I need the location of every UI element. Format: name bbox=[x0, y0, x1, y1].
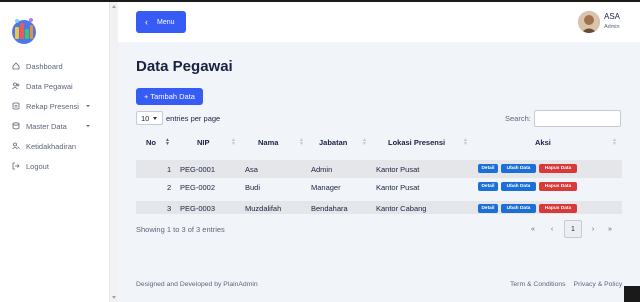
detail-button[interactable]: Detail bbox=[478, 182, 498, 191]
column-header-aksi[interactable]: Aksi bbox=[535, 138, 551, 147]
cell-nip: PEG-0003 bbox=[180, 204, 216, 213]
privacy-link[interactable]: Privacy & Policy bbox=[574, 281, 623, 288]
column-header-no[interactable]: No bbox=[146, 138, 156, 147]
sidebar-item-label: Logout bbox=[26, 161, 49, 171]
cell-jabatan: Manager bbox=[311, 183, 341, 192]
cell-no: 3 bbox=[167, 204, 172, 213]
sidebar-item-label: Master Data bbox=[26, 121, 67, 131]
top-header: ‹ Menu ASA Admin bbox=[118, 2, 640, 42]
chevron-left-icon: ‹ bbox=[145, 17, 148, 27]
file-icon bbox=[12, 102, 20, 110]
sort-icon[interactable]: ▲ ▼ bbox=[299, 138, 304, 147]
cell-nama: Asa bbox=[245, 165, 258, 174]
cell-nama: Budi bbox=[245, 183, 261, 192]
table-row: 2 PEG-0002 Budi Manager Kantor Pusat Det… bbox=[136, 178, 622, 196]
delete-button[interactable]: Hapus Data bbox=[539, 164, 577, 173]
cell-lokasi: Kantor Pusat bbox=[376, 183, 420, 192]
footer-links: Term & Conditions Privacy & Policy bbox=[510, 281, 622, 288]
chevron-down-icon bbox=[86, 125, 90, 127]
sidebar: Dashboard Data Pegawai Rekap Presensi Ma… bbox=[0, 2, 109, 302]
sort-icon[interactable]: ▲ ▼ bbox=[362, 138, 367, 147]
sidebar-item-dashboard[interactable]: Dashboard bbox=[0, 56, 109, 76]
user-name[interactable]: ASA bbox=[604, 12, 620, 21]
sidebar-item-label: Rekap Presensi bbox=[26, 101, 79, 111]
users-icon bbox=[12, 82, 20, 90]
sidebar-item-rekap-presensi[interactable]: Rekap Presensi bbox=[0, 96, 109, 116]
cell-jabatan: Admin bbox=[311, 165, 333, 174]
search-input[interactable] bbox=[533, 110, 621, 127]
pagination-prev-button[interactable]: ‹ bbox=[546, 220, 558, 238]
pagination-first-button[interactable]: « bbox=[527, 220, 539, 238]
home-icon bbox=[12, 62, 20, 70]
corner-overlay bbox=[624, 286, 640, 302]
cell-no: 1 bbox=[167, 165, 172, 174]
entries-per-page-select[interactable]: 10 bbox=[136, 111, 163, 125]
sidebar-item-ketidakhadiran[interactable]: Ketidakhadiran bbox=[0, 136, 109, 156]
page-title: Data Pegawai bbox=[136, 58, 233, 75]
edit-button[interactable]: Ubah Data bbox=[501, 164, 536, 173]
cell-no: 2 bbox=[167, 183, 172, 192]
scroll-up-icon[interactable] bbox=[112, 5, 116, 8]
detail-button[interactable]: Detail bbox=[478, 204, 498, 213]
app-logo-icon[interactable] bbox=[10, 16, 38, 46]
search-label: Search: bbox=[505, 114, 531, 123]
menu-button-label: Menu bbox=[157, 18, 175, 26]
cell-jabatan: Bendahara bbox=[311, 204, 348, 213]
pagination-page-1[interactable]: 1 bbox=[564, 220, 582, 238]
user-x-icon bbox=[12, 142, 20, 150]
sidebar-item-logout[interactable]: Logout bbox=[0, 156, 109, 176]
sidebar-item-label: Dashboard bbox=[26, 61, 63, 71]
avatar[interactable] bbox=[578, 11, 600, 33]
pagination-next-button[interactable]: › bbox=[587, 220, 599, 238]
cell-nama: Muzdalifah bbox=[245, 204, 282, 213]
sort-icon[interactable]: ▲ ▼ bbox=[231, 138, 236, 147]
sidebar-scrollbar[interactable] bbox=[109, 2, 118, 302]
sidebar-item-master-data[interactable]: Master Data bbox=[0, 116, 109, 136]
user-role: Admin bbox=[604, 24, 620, 30]
table-header: No ▲ ▼ NIP ▲ ▼ Nama ▲ ▼ Jabatan ▲ ▼ Lokasi P… bbox=[136, 132, 622, 154]
add-data-button[interactable]: + Tambah Data bbox=[136, 88, 203, 105]
column-header-nip[interactable]: NIP bbox=[197, 138, 210, 147]
search-control: Search: bbox=[505, 110, 621, 127]
edit-button[interactable]: Ubah Data bbox=[501, 204, 536, 213]
sort-icon[interactable]: ▲ ▼ bbox=[463, 138, 468, 147]
scroll-down-icon[interactable] bbox=[112, 296, 116, 299]
sidebar-item-label: Data Pegawai bbox=[26, 81, 73, 91]
edit-button[interactable]: Ubah Data bbox=[501, 182, 536, 191]
database-icon bbox=[12, 122, 20, 130]
logout-icon bbox=[12, 162, 20, 170]
table-info: Showing 1 to 3 of 3 entries bbox=[136, 225, 225, 234]
column-header-nama[interactable]: Nama bbox=[258, 138, 278, 147]
cell-nip: PEG-0001 bbox=[180, 165, 216, 174]
pagination-last-button[interactable]: » bbox=[604, 220, 616, 238]
column-header-jabatan[interactable]: Jabatan bbox=[319, 138, 347, 147]
detail-button[interactable]: Detail bbox=[478, 164, 498, 173]
footer-credit: Designed and Developed by PlainAdmin bbox=[136, 281, 258, 288]
entries-per-page-label: entries per page bbox=[166, 113, 221, 123]
sidebar-item-data-pegawai[interactable]: Data Pegawai bbox=[0, 76, 109, 96]
avatar-photo-icon bbox=[578, 11, 600, 33]
entries-per-page-value: 10 bbox=[141, 113, 150, 123]
delete-button[interactable]: Hapus Data bbox=[539, 182, 577, 191]
sort-icon[interactable]: ▲ ▼ bbox=[612, 138, 617, 147]
chevron-down-icon bbox=[86, 105, 90, 107]
table-row: 3 PEG-0003 Muzdalifah Bendahara Kantor C… bbox=[136, 201, 622, 214]
column-header-lokasi[interactable]: Lokasi Presensi bbox=[388, 138, 445, 147]
terms-link[interactable]: Term & Conditions bbox=[510, 281, 566, 288]
menu-button[interactable]: ‹ Menu bbox=[136, 11, 186, 33]
sort-asc-icon[interactable]: ▲ ▼ bbox=[165, 138, 170, 147]
cell-lokasi: Kantor Cabang bbox=[376, 204, 427, 213]
cell-nip: PEG-0002 bbox=[180, 183, 216, 192]
sidebar-nav: Dashboard Data Pegawai Rekap Presensi Ma… bbox=[0, 56, 109, 176]
sidebar-item-label: Ketidakhadiran bbox=[26, 141, 77, 151]
table-row: 1 PEG-0001 Asa Admin Kantor Pusat Detail… bbox=[136, 160, 622, 178]
entries-length-control: 10 entries per page bbox=[136, 111, 220, 125]
cell-lokasi: Kantor Pusat bbox=[376, 165, 420, 174]
delete-button[interactable]: Hapus Data bbox=[539, 204, 577, 213]
